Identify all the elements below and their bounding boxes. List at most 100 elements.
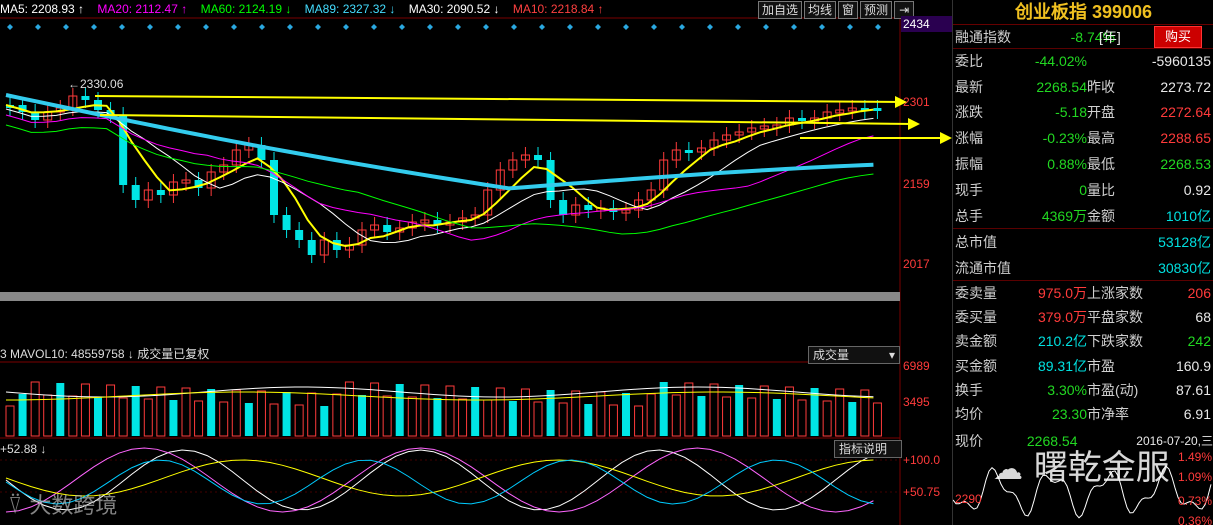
quote-label: 买金额 (955, 358, 997, 374)
volume-bar (420, 384, 430, 437)
watermark-right: ☁ 曙乾金服 (993, 440, 1170, 489)
volume-bar (106, 384, 116, 437)
kline-chart[interactable]: 2301 2159 2017 6989 3495 +100.0 +50.75 ←2330.06 (0, 0, 952, 525)
volume-bar (332, 393, 342, 437)
quote-value: 0 (1079, 182, 1087, 198)
quote-value: -44.02% (1034, 53, 1087, 69)
quote-row: 融通指数 -8.74% [年] (955, 26, 1213, 49)
quote-value: -5.18 (1055, 104, 1087, 120)
ma5-label: MA5: 2208.93 ↑ (0, 2, 85, 16)
quote-value: 23.30 (1051, 406, 1087, 422)
volume-bar (207, 389, 216, 436)
volume-bar (370, 382, 380, 437)
event-marker-icon (567, 24, 573, 30)
watermark-left-text: 大数跨境 (29, 494, 118, 519)
quote-label: 委买量 (955, 309, 997, 325)
row-divider (953, 48, 1213, 49)
event-marker-icon (651, 24, 657, 30)
volume-bar (508, 401, 517, 436)
event-marker-icon (399, 24, 405, 30)
quote-row: 委比 -44.02% -5960135 (955, 50, 1213, 73)
quote-label: 委比 (955, 53, 983, 69)
quote-value: 3.30% (1047, 382, 1087, 398)
price-tick-label: 2017 (903, 257, 930, 271)
quote-row: 涨跌 -5.18 开盘 2272.64 (955, 101, 1213, 124)
volume-bar (458, 398, 468, 437)
quote-row: 最新 2268.54 昨收 2273.72 (955, 76, 1213, 99)
quote-value: 210.2亿 (1037, 333, 1087, 349)
peak-label: ←2330.06 (68, 77, 124, 91)
window-button[interactable]: 窗 (838, 1, 859, 19)
volume-bar (546, 390, 555, 436)
volume-bar (131, 386, 140, 436)
event-marker-icon (791, 24, 797, 30)
quote-value: 975.0万 (1037, 285, 1087, 301)
price-tick-label: 2159 (903, 177, 930, 191)
event-marker-icon (623, 24, 629, 30)
price-axis-highlight: 2434 (901, 16, 953, 32)
quote-row: 振幅 0.88% 最低 2268.53 (955, 153, 1213, 176)
quote-row: 总手 4369万 金额 1010亿 (955, 205, 1213, 228)
ma30-label: MA30: 2090.52 ↓ (408, 2, 500, 16)
event-marker-icon (455, 24, 461, 30)
volume-bar (558, 402, 568, 437)
event-marker-icon (539, 24, 545, 30)
quote-row: 涨幅 -0.23% 最高 2288.65 (955, 127, 1213, 150)
row-divider (953, 280, 1213, 281)
volume-bar (646, 393, 656, 437)
candle-body (295, 230, 304, 240)
chart-area[interactable]: 2301 2159 2017 6989 3495 +100.0 +50.75 ←2330.06… (0, 0, 953, 525)
event-marker-icon (511, 24, 517, 30)
volume-bar (194, 400, 204, 437)
event-marker-icon (763, 24, 769, 30)
quote-row: 委卖量 975.0万 上涨家数 206 (955, 282, 1213, 305)
trend-line (99, 114, 916, 125)
quote-row: 总市值 53128亿 (955, 231, 1213, 254)
chevron-down-icon: ▾ (888, 348, 895, 362)
price-tick-label: 2301 (903, 95, 930, 109)
event-marker-icon (147, 24, 153, 30)
quote-label-2: 金额 (1087, 208, 1115, 224)
trend-line (94, 95, 906, 103)
candle-body (798, 118, 806, 121)
volume-bar (483, 399, 493, 437)
quote-value-2: 206 (1187, 285, 1211, 301)
quote-row: 委买量 379.0万 平盘家数 68 (955, 306, 1213, 329)
event-marker-icon (679, 24, 685, 30)
quote-label: 均价 (955, 406, 983, 422)
mini-pct-1: 1.49% (1177, 452, 1212, 464)
indicator-help-button[interactable]: 指标说明 (834, 440, 902, 458)
volume-bar (56, 383, 65, 436)
candle-body (81, 96, 90, 100)
event-marker-icon (595, 24, 601, 30)
event-marker-icon (371, 24, 377, 30)
volume-bar (797, 399, 807, 437)
volume-dropdown[interactable]: 成交量 ▾ (808, 346, 900, 364)
volume-bar (848, 402, 857, 436)
volume-bar (43, 394, 53, 437)
volume-bar (294, 404, 304, 437)
add-favorite-button[interactable]: 加自选 (758, 1, 803, 19)
quote-label: 振幅 (955, 156, 983, 172)
volume-bar (244, 403, 253, 436)
volume-bar (584, 404, 593, 436)
volume-bar (822, 400, 832, 437)
ma89-line (5, 93, 874, 191)
quote-value-2: 53128亿 (1158, 234, 1211, 250)
quote-value-2: -5960135 (1151, 53, 1211, 69)
forecast-button[interactable]: 预测 (860, 1, 893, 19)
candle-body (584, 205, 593, 210)
indicator-line-2 (5, 447, 874, 513)
volume-bar (872, 402, 882, 437)
quote-label: 总手 (955, 208, 983, 224)
quote-value-2: 87.61 (1175, 382, 1211, 398)
quote-value: 4369万 (1041, 208, 1087, 224)
event-marker-icon (343, 24, 349, 30)
current-price-label: 现价 (955, 433, 983, 449)
volume-bar (382, 395, 392, 437)
quote-row: 换手 3.30% 市盈(动) 87.61 (955, 379, 1213, 402)
volume-bar (344, 381, 354, 437)
event-marker-icon (287, 24, 293, 30)
quote-label: 换手 (955, 382, 983, 398)
average-line-button[interactable]: 均线 (804, 1, 837, 19)
